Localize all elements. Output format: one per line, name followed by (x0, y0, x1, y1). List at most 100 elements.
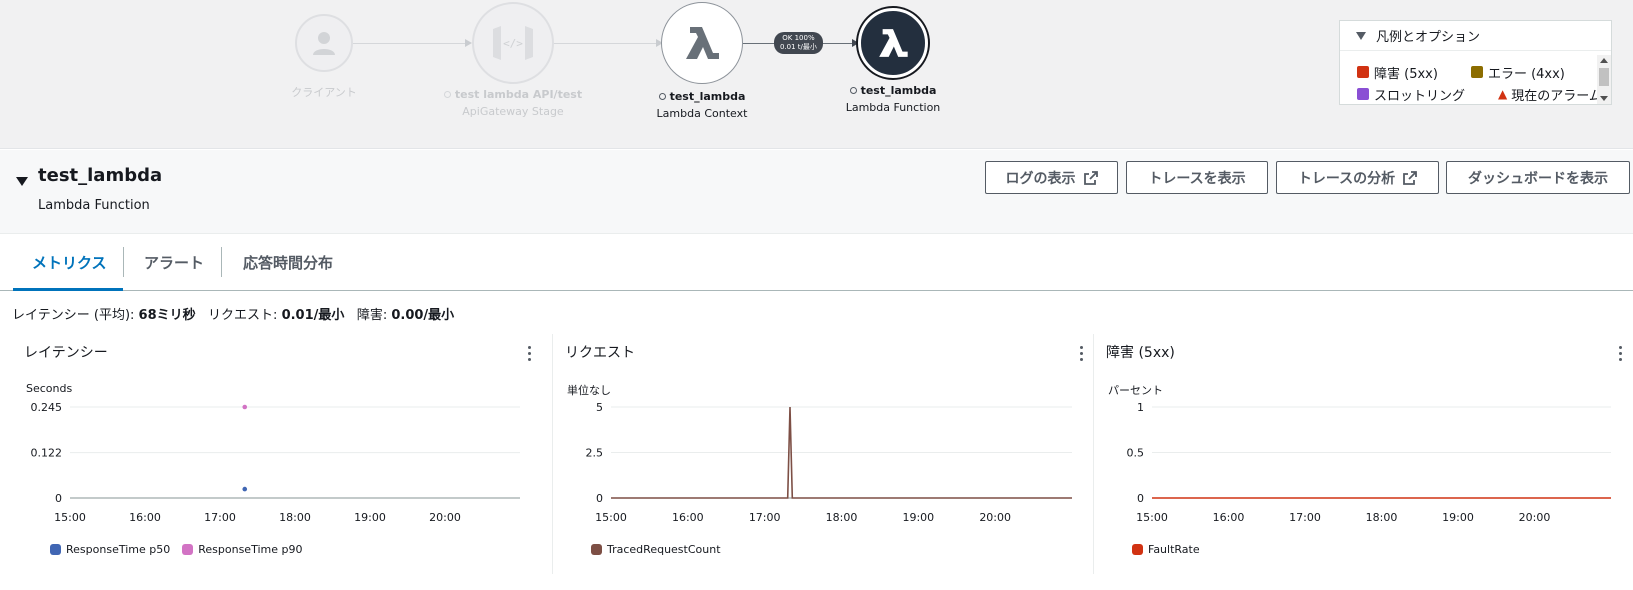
map-node-lambda-context-label: test_lambda Lambda Context (632, 88, 772, 122)
summary-latency-label: レイテンシー (平均): (12, 308, 135, 323)
data-point[interactable] (242, 404, 248, 410)
edge-arrow-icon (465, 39, 472, 47)
x-tick-label: 17:00 (1289, 511, 1321, 524)
y-tick-label: 0.122 (31, 447, 63, 460)
map-node-client-label: クライアント (291, 86, 357, 99)
faults-chart: 0 0.5 1 15:00 16:00 17:00 18:00 19:00 20:00 (1127, 401, 1611, 524)
x-tick-label: 15:00 (54, 511, 86, 524)
legend-item[interactable]: ResponseTime p90 (182, 543, 302, 556)
x-tick-label: 17:00 (204, 511, 236, 524)
y-tick-label: 0 (55, 492, 62, 505)
requests-chart: 0 2.5 5 15:00 16:00 17:00 18:00 19:00 20:00 (586, 401, 1072, 524)
map-node-apigateway[interactable]: </> (472, 2, 554, 84)
edge-apigw-context (553, 43, 660, 44)
panel-title: レイテンシー (24, 345, 108, 361)
more-options-icon[interactable] (528, 346, 532, 362)
legend-toggle[interactable]: 凡例とオプション (1340, 21, 1611, 51)
node-type: Lambda Function (38, 198, 150, 213)
fault-swatch-icon (1357, 66, 1369, 78)
map-node-lambda-function-label: test_lambda Lambda Function (823, 82, 963, 116)
chart-legend: ResponseTime p50 ResponseTime p90 (50, 543, 314, 556)
legend-options-panel[interactable]: 凡例とオプション 障害 (5xx) エラー (4xx) スロットリング ▲ 現在… (1339, 20, 1612, 105)
legend-label: ResponseTime p50 (66, 543, 171, 556)
map-node-lambda-context-name: test_lambda (669, 90, 746, 103)
map-node-lambda-context-type: Lambda Context (656, 107, 748, 120)
more-options-icon[interactable] (1080, 346, 1084, 362)
node-detail-header: test_lambda Lambda Function ログの表示 トレースを表… (0, 150, 1633, 234)
external-link-icon (1083, 170, 1098, 185)
x-tick-label: 20:00 (1519, 511, 1551, 524)
panel-title: 障害 (5xx) (1106, 345, 1175, 361)
tab-active-indicator (13, 288, 123, 291)
legend-label: TracedRequestCount (607, 543, 721, 556)
map-node-lambda-function-name: test_lambda (860, 84, 937, 97)
lambda-icon (686, 27, 719, 59)
latency-chart: 0 0.122 0.245 15:00 16:00 17:00 18:00 19:00 20:0… (31, 401, 520, 524)
data-point[interactable] (242, 486, 248, 492)
x-tick-label: 15:00 (595, 511, 627, 524)
caret-down-icon (1356, 31, 1366, 40)
view-dashboard-button[interactable]: ダッシュボードを表示 (1446, 161, 1630, 194)
legend-swatch-icon (182, 544, 194, 555)
legend-label: FaultRate (1148, 543, 1200, 556)
legend-item-alarm: ▲ 現在のアラーム (1498, 87, 1602, 104)
edge-badge-status: OK 100% (782, 34, 815, 42)
latency-panel: レイテンシー Seconds 0 0.122 0.245 15:00 16:00 17:0… (12, 332, 542, 574)
y-tick-label: 0.245 (31, 401, 63, 414)
y-tick-label: 0 (596, 492, 603, 505)
tab-alerts[interactable]: アラート (144, 234, 204, 291)
collapse-caret-icon[interactable] (16, 177, 28, 186)
metrics-summary: レイテンシー (平均): 68ミリ秒 リクエスト: 0.01/最小 障害: 0.… (12, 304, 454, 323)
summary-latency-value: 68ミリ秒 (138, 308, 196, 323)
x-tick-label: 18:00 (1366, 511, 1398, 524)
edge-badge[interactable]: OK 100% 0.01 t/最小 (774, 32, 823, 54)
requests-panel: リクエスト 単位なし 0 2.5 5 15:00 16:00 17:00 18:00 19:0… (553, 332, 1094, 574)
legend-item-throttle: スロットリング (1357, 85, 1465, 104)
view-traces-button[interactable]: トレースを表示 (1126, 161, 1268, 194)
service-map[interactable]: OK 100% 0.01 t/最小 クライアント </> test lambda… (0, 0, 1633, 149)
analyze-traces-button[interactable]: トレースの分析 (1276, 161, 1439, 194)
legend-item[interactable]: FaultRate (1132, 543, 1200, 556)
legend-item-fault: 障害 (5xx) (1357, 63, 1438, 82)
x-tick-label: 18:00 (826, 511, 858, 524)
legend-item[interactable]: TracedRequestCount (591, 543, 721, 556)
throttle-swatch-icon (1357, 88, 1369, 100)
tab-metrics[interactable]: メトリクス (32, 234, 107, 291)
scroll-down-icon[interactable] (1600, 96, 1608, 101)
scroll-thumb[interactable] (1599, 68, 1609, 86)
map-node-lambda-context[interactable] (661, 2, 743, 84)
legend-scrollbar[interactable] (1597, 55, 1611, 104)
tab-response-time-distribution[interactable]: 応答時間分布 (243, 234, 333, 291)
x-tick-label: 19:00 (902, 511, 934, 524)
y-tick-label: 2.5 (586, 447, 604, 460)
legend-swatch-icon (591, 544, 602, 555)
api-gateway-icon: </> (493, 26, 533, 60)
svg-text:</>: </> (503, 37, 523, 50)
legend-swatch-icon (50, 544, 61, 555)
chart-legend: FaultRate (1132, 543, 1212, 556)
x-tick-label: 16:00 (1213, 511, 1245, 524)
x-tick-label: 19:00 (354, 511, 386, 524)
faults-panel: 障害 (5xx) パーセント 0 0.5 1 15:00 16:00 17:00 18:00… (1094, 332, 1633, 574)
map-node-client[interactable] (295, 14, 353, 72)
x-tick-label: 18:00 (279, 511, 311, 524)
y-tick-label: 5 (596, 401, 603, 414)
y-tick-label: 0.5 (1127, 447, 1145, 460)
map-node-apigateway-label: test lambda API/test ApiGateway Stage (433, 86, 593, 120)
legend-label: ResponseTime p90 (198, 543, 303, 556)
map-node-lambda-function-type: Lambda Function (845, 101, 941, 114)
tab-bar: メトリクス アラート 応答時間分布 (0, 234, 1633, 291)
tab-separator (221, 247, 222, 277)
x-tick-label: 20:00 (429, 511, 461, 524)
map-node-lambda-function[interactable] (858, 8, 928, 78)
edge-client-apigw (352, 43, 467, 44)
x-tick-label: 17:00 (749, 511, 781, 524)
view-logs-button[interactable]: ログの表示 (985, 161, 1118, 194)
legend-item-error: エラー (4xx) (1470, 63, 1565, 82)
chart-legend: TracedRequestCount (591, 543, 733, 556)
legend-item[interactable]: ResponseTime p50 (50, 543, 170, 556)
legend-title: 凡例とオプション (1376, 30, 1481, 45)
scroll-up-icon[interactable] (1600, 58, 1608, 63)
summary-fault-value: 0.00/最小 (391, 308, 455, 323)
more-options-icon[interactable] (1619, 346, 1623, 362)
